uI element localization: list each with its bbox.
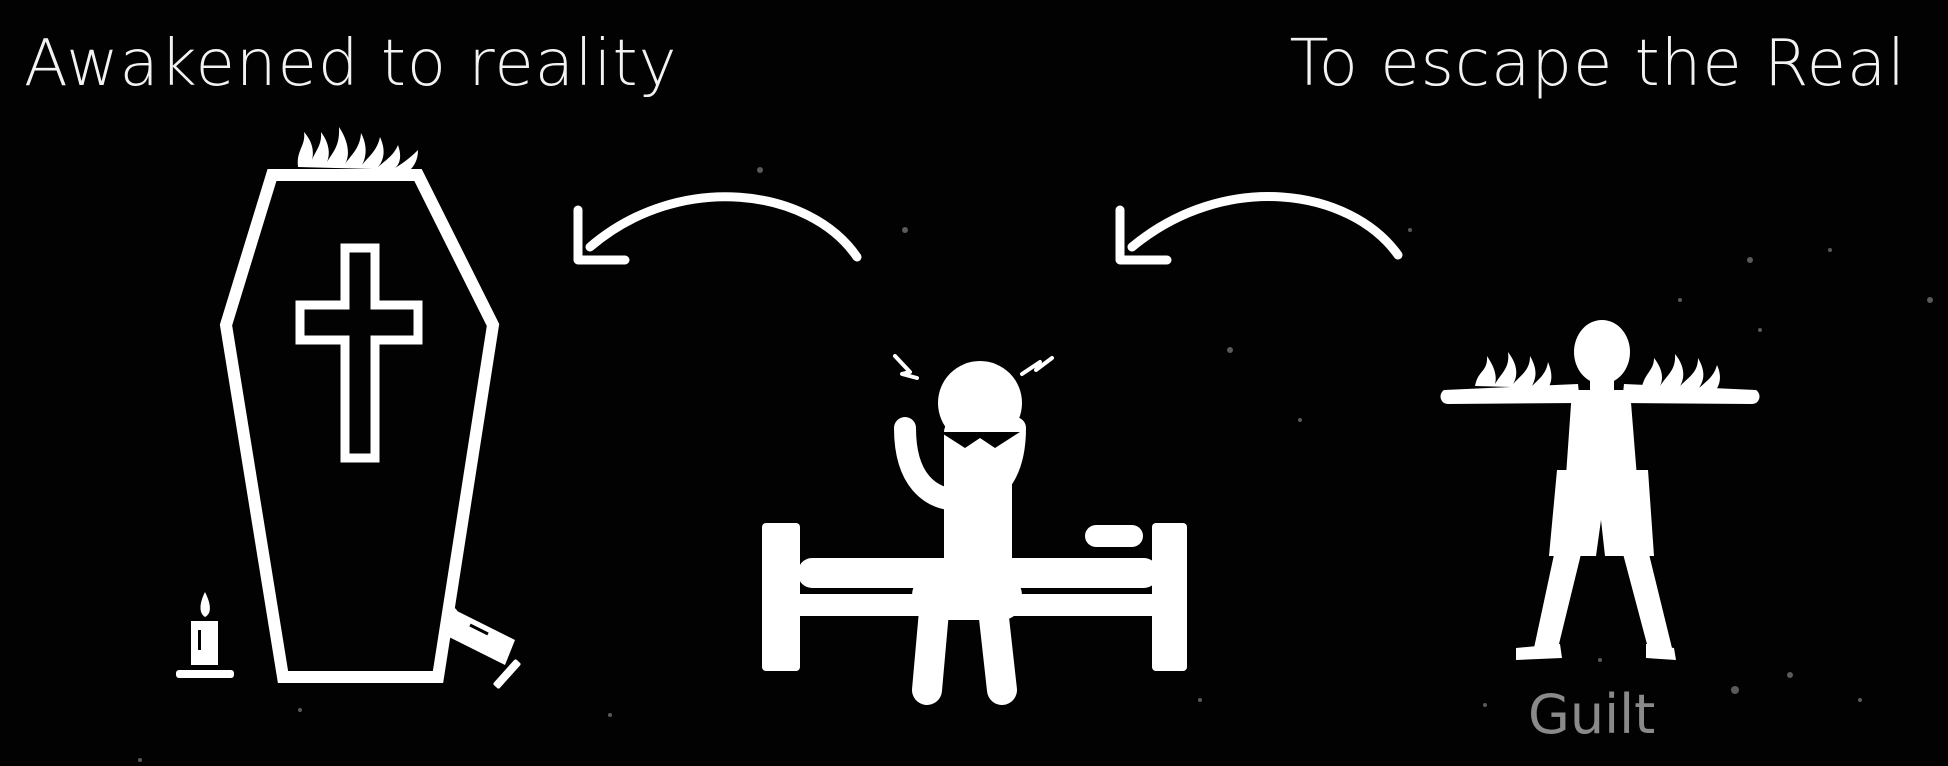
burning-child-figure-icon	[1440, 320, 1760, 660]
candle-icon	[176, 592, 234, 678]
cross-icon	[295, 243, 423, 463]
diagram-graphics	[138, 127, 1933, 762]
caption-to-escape-the-real: To escape the Real	[1289, 27, 1906, 101]
arrow-from-figure-to-bed	[1115, 192, 1403, 265]
flames-icon	[297, 127, 418, 170]
distressed-person-on-bed-icon	[762, 354, 1187, 705]
arrow-from-bed-to-coffin	[573, 192, 862, 265]
label-guilt: Guilt	[1528, 683, 1656, 746]
fallen-candle-icon	[445, 606, 521, 689]
diagram-canvas: Awakened to reality To escape the Real G…	[0, 0, 1948, 766]
caption-awakened-to-reality: Awakened to reality	[24, 27, 678, 101]
